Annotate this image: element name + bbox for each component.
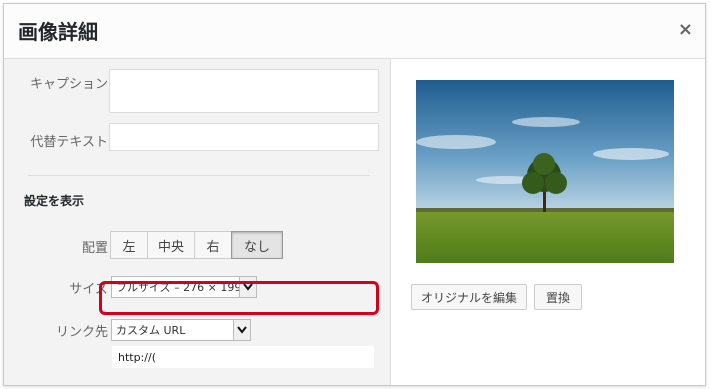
highlight-box	[99, 281, 379, 315]
dialog-header: 画像詳細 ×	[4, 4, 705, 59]
edit-original-button[interactable]: オリジナルを編集	[411, 284, 527, 310]
align-none-button[interactable]: なし	[231, 231, 283, 259]
dialog-title: 画像詳細	[18, 20, 98, 44]
settings-panel: キャプション 代替テキスト 設定を表示 配置 左 中央 右 なし サイズ フルサ…	[4, 59, 391, 385]
close-icon[interactable]: ×	[678, 19, 693, 40]
link-label: リンク先	[55, 325, 108, 340]
image-preview-panel: オリジナルを編集 置換	[391, 59, 705, 385]
align-right-button[interactable]: 右	[194, 231, 232, 259]
image-details-dialog: 画像詳細 × キャプション 代替テキスト 設定を表示 配置 左 中央 右 なし …	[3, 3, 706, 386]
align-center-button[interactable]: 中央	[147, 231, 195, 259]
link-select[interactable]: カスタム URL	[111, 319, 251, 341]
alt-text-label: 代替テキスト	[30, 135, 108, 150]
link-select-value: カスタム URL	[116, 324, 186, 337]
chevron-down-icon	[233, 320, 250, 340]
align-left-button[interactable]: 左	[110, 231, 148, 259]
caption-label: キャプション	[29, 77, 108, 92]
replace-button[interactable]: 置換	[534, 284, 582, 310]
caption-field[interactable]	[109, 69, 379, 113]
align-button-group: 左 中央 右 なし	[110, 231, 283, 259]
image-preview	[416, 80, 674, 263]
divider	[28, 175, 370, 176]
display-settings-title: 設定を表示	[24, 194, 85, 208]
alt-text-field[interactable]	[109, 123, 379, 151]
align-label: 配置	[81, 241, 108, 256]
custom-url-input[interactable]: http://(	[112, 346, 374, 368]
